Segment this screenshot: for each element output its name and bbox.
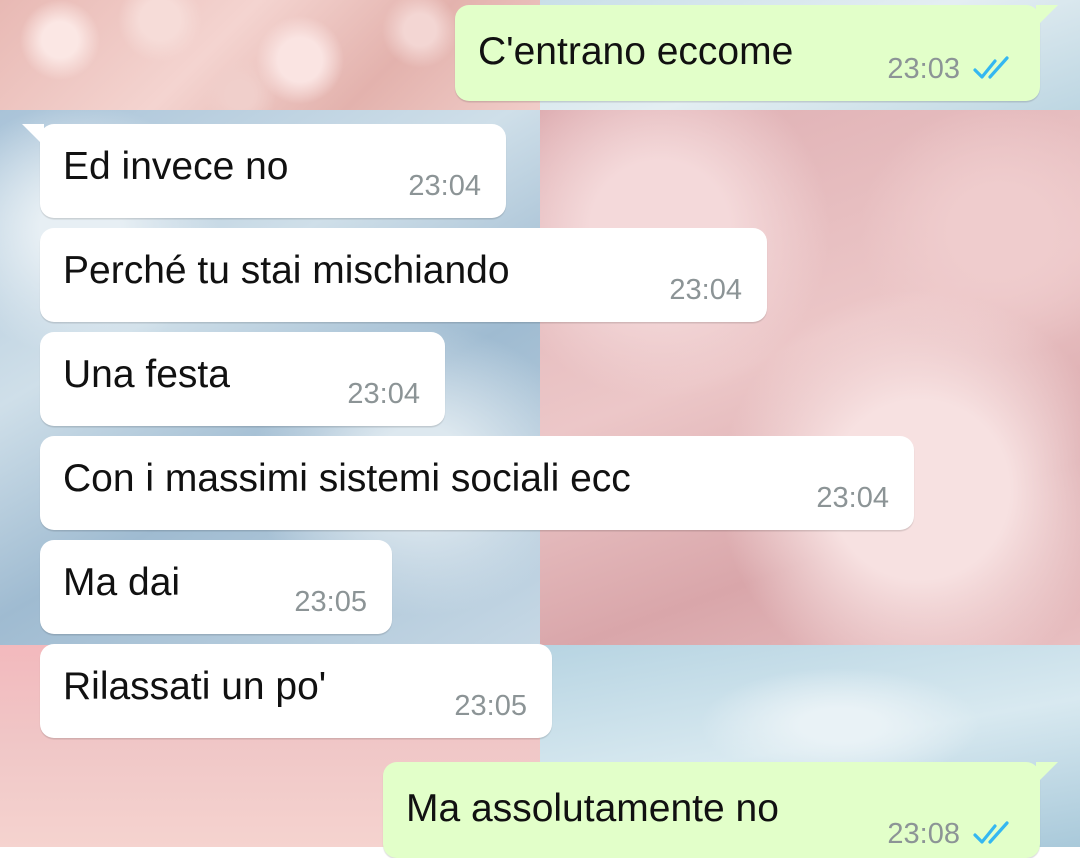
wallpaper-tile-pink-dessert <box>540 110 1080 645</box>
double-check-icon <box>973 56 1009 79</box>
message-bubble-incoming[interactable]: Con i massimi sistemi sociali ecc 23:04 <box>40 436 914 530</box>
message-bubble-incoming[interactable]: Ed invece no 23:04 <box>22 124 506 218</box>
message-text: Ed invece no <box>63 145 289 188</box>
message-text: Ma dai <box>63 561 181 604</box>
message-text: Una festa <box>63 353 230 396</box>
bubble-tail <box>22 124 44 146</box>
message-time: 23:05 <box>294 586 367 618</box>
message-bubble-outgoing[interactable]: C'entrano eccome 23:03 <box>455 5 1058 101</box>
message-text: Con i massimi sistemi sociali ecc <box>63 457 631 500</box>
message-bubble-incoming[interactable]: Una festa 23:04 <box>40 332 445 426</box>
message-time: 23:04 <box>408 170 481 202</box>
message-bubble-incoming[interactable]: Rilassati un po' 23:05 <box>40 644 552 738</box>
message-text: Ma assolutamente no <box>406 787 779 830</box>
bubble-tail <box>1036 762 1058 784</box>
double-check-icon <box>973 821 1009 844</box>
message-time: 23:04 <box>669 274 742 306</box>
message-time: 23:04 <box>816 482 889 514</box>
message-bubble-incoming[interactable]: Ma dai 23:05 <box>40 540 392 634</box>
message-bubble-incoming[interactable]: Perché tu stai mischiando 23:04 <box>40 228 767 322</box>
message-text: Rilassati un po' <box>63 665 327 708</box>
message-time: 23:05 <box>454 690 527 722</box>
bubble-tail <box>1036 5 1058 27</box>
message-bubble-outgoing[interactable]: Ma assolutamente no 23:08 <box>383 762 1058 858</box>
message-time: 23:03 <box>887 53 960 85</box>
message-text: Perché tu stai mischiando <box>63 249 510 292</box>
message-time: 23:04 <box>347 378 420 410</box>
message-text: C'entrano eccome <box>478 30 794 73</box>
message-time: 23:08 <box>887 818 960 850</box>
